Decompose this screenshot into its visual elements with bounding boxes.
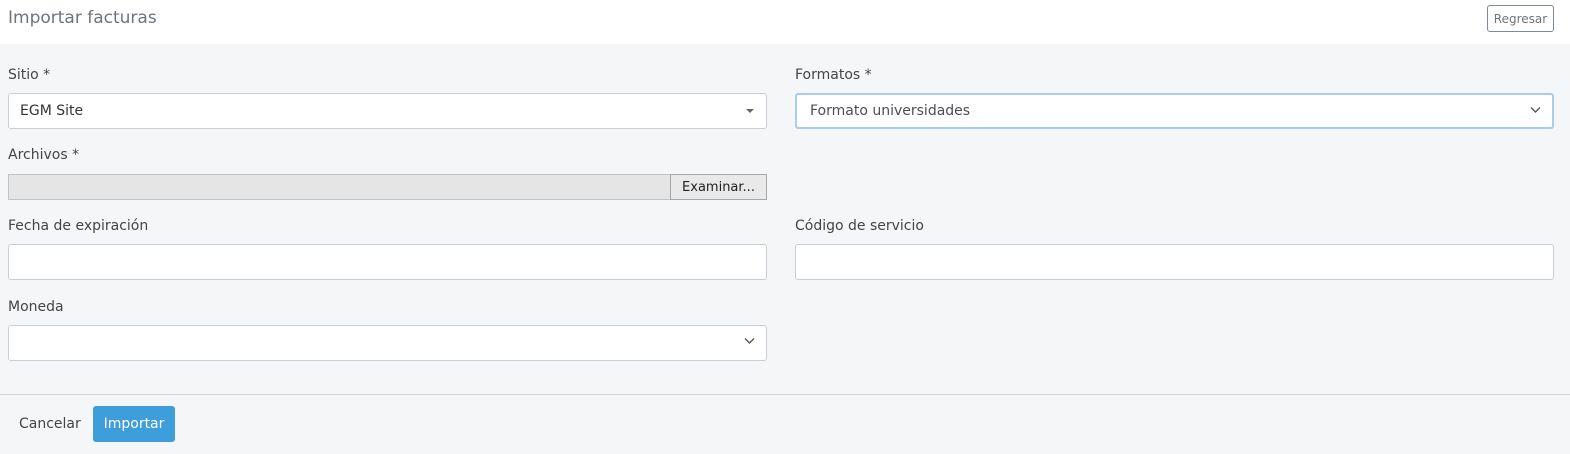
site-select[interactable]: EGM Site [8,93,767,129]
expiration-date-input[interactable] [8,244,767,280]
currency-select[interactable] [8,325,767,361]
page-header: Importar facturas Regresar [0,0,1570,44]
site-label: Sitio * [8,67,51,83]
file-input[interactable]: Examinar... [8,174,767,200]
currency-label: Moneda [8,299,64,315]
cancel-button[interactable]: Cancelar [19,416,81,432]
site-select-value: EGM Site [20,103,84,119]
files-label: Archivos * [8,147,80,163]
format-select[interactable]: Formato universidades [795,93,1554,129]
caret-down-icon [746,109,754,113]
format-label: Formatos * [795,67,872,83]
format-select-value: Formato universidades [810,103,971,119]
browse-button[interactable]: Examinar... [670,174,767,200]
footer-divider [0,394,1570,395]
service-code-label: Código de servicio [795,218,924,234]
back-button[interactable]: Regresar [1487,5,1554,32]
import-button[interactable]: Importar [93,406,175,442]
page-title: Importar facturas [8,8,157,28]
service-code-input[interactable] [795,244,1554,280]
chevron-down-icon [744,337,755,346]
expiration-label: Fecha de expiración [8,218,149,234]
chevron-down-icon [1530,106,1541,115]
